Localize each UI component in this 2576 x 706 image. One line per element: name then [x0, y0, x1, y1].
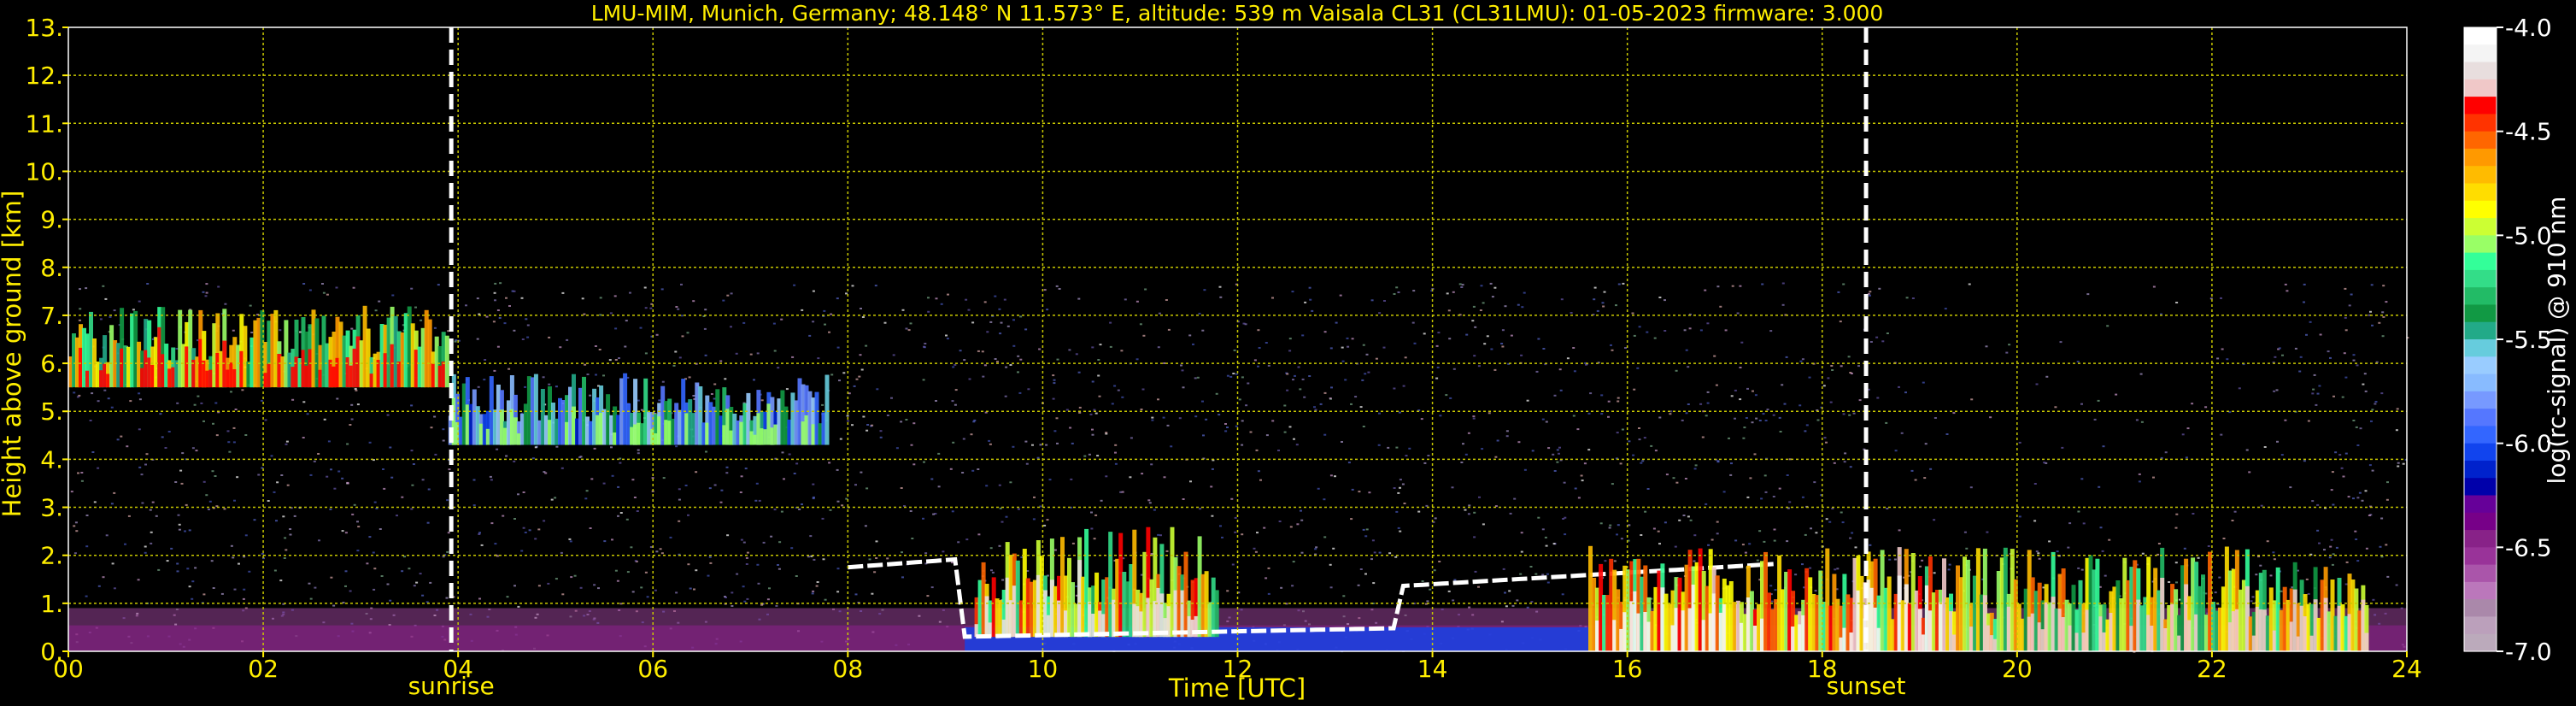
y-tick-label: 8. [40, 254, 63, 282]
x-tick-label: 20 [2002, 655, 2033, 683]
colorbar-swatch [2464, 409, 2497, 427]
x-tick-label: 16 [1612, 655, 1643, 683]
colorbar-swatch [2464, 114, 2497, 132]
colorbar-label: log(rc-signal) @ 910 nm [2543, 197, 2571, 485]
y-axis-label: Height above ground [km] [0, 191, 26, 518]
y-tick-label: 2. [40, 542, 63, 570]
colorbar-swatch [2464, 391, 2497, 409]
colorbar-tick-label: -4.0 [2505, 14, 2552, 42]
colorbar-swatch [2464, 166, 2497, 185]
y-tick-label: 6. [40, 350, 63, 378]
colorbar-swatch [2464, 495, 2497, 514]
x-tick-label: 06 [637, 655, 668, 683]
y-tick-label: 4. [40, 445, 63, 474]
colorbar-swatch [2464, 633, 2497, 652]
colorbar-swatch [2464, 218, 2497, 236]
colorbar-swatch [2464, 235, 2497, 254]
colorbar-tick-label: -7.0 [2505, 638, 2552, 666]
colorbar-swatch [2464, 478, 2497, 497]
colorbar-swatch [2464, 374, 2497, 392]
colorbar-swatch [2464, 27, 2497, 45]
colorbar-swatch [2464, 131, 2497, 150]
colorbar-swatch [2464, 44, 2497, 63]
ceilometer-chart: LMU-MIM, Munich, Germany; 48.148° N 11.5… [0, 1, 2571, 703]
colorbar-tick-label: -6.5 [2505, 533, 2552, 562]
colorbar-swatch [2464, 321, 2497, 340]
y-tick-label: 1. [40, 590, 63, 618]
y-tick-label: 10. [25, 157, 63, 185]
sunset-label: sunset [1827, 672, 1906, 700]
x-tick-label: 14 [1417, 655, 1448, 683]
colorbar-swatch [2464, 356, 2497, 375]
colorbar-swatch [2464, 287, 2497, 306]
y-tick-label: 13. [25, 14, 63, 42]
x-tick-label: 24 [2391, 655, 2422, 683]
colorbar-swatch [2464, 547, 2497, 566]
colorbar-swatch [2464, 564, 2497, 583]
x-tick-label: 08 [833, 655, 864, 683]
plot-area [67, 26, 2409, 653]
colorbar-swatch [2464, 304, 2497, 323]
colorbar-swatch [2464, 183, 2497, 202]
colorbar-swatch [2464, 512, 2497, 531]
chart-title: LMU-MIM, Munich, Germany; 48.148° N 11.5… [591, 1, 1884, 26]
y-axis-ticks: 0. 1. 2. 3. 4. 5. 6. 7. 8. 9. 10. 11. 12. 13. [25, 14, 68, 666]
x-axis-label: Time [UTC] [1168, 674, 1306, 703]
colorbar-swatch [2464, 269, 2497, 288]
y-tick-label: 3. [40, 494, 63, 522]
y-tick-label: 7. [40, 302, 63, 330]
colorbar-swatch [2464, 252, 2497, 271]
colorbar: -4.0-4.5-5.0-5.5-6.0-6.5-7.0 [2463, 14, 2552, 666]
colorbar-swatch [2464, 97, 2497, 115]
colorbar-swatch [2464, 443, 2497, 462]
colorbar-swatch [2464, 616, 2497, 635]
colorbar-swatch [2464, 530, 2497, 548]
y-tick-label: 12. [25, 62, 63, 90]
colorbar-swatch [2464, 599, 2497, 618]
y-tick-label: 0. [40, 638, 63, 666]
colorbar-swatch [2464, 62, 2497, 80]
colorbar-swatch [2464, 426, 2497, 444]
sunrise-label: sunrise [408, 672, 495, 700]
colorbar-swatch [2464, 460, 2497, 479]
x-tick-label: 02 [248, 655, 279, 683]
x-tick-label: 22 [2197, 655, 2227, 683]
y-tick-label: 9. [40, 206, 63, 234]
y-tick-label: 11. [25, 109, 63, 138]
colorbar-swatch [2464, 581, 2497, 600]
colorbar-tick-label: -4.5 [2505, 118, 2552, 146]
colorbar-swatch [2464, 79, 2497, 97]
colorbar-swatch [2464, 200, 2497, 219]
colorbar-swatch [2464, 339, 2497, 357]
x-tick-label: 10 [1028, 655, 1059, 683]
colorbar-swatch [2464, 148, 2497, 167]
y-tick-label: 5. [40, 397, 63, 426]
